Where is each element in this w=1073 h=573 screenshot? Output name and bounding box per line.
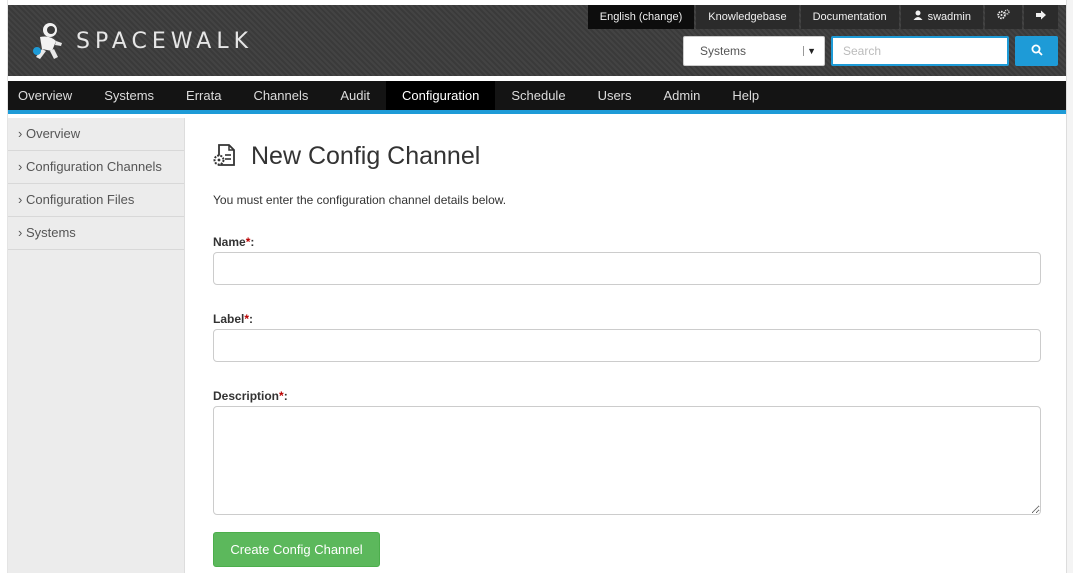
sign-out-icon bbox=[1036, 5, 1046, 29]
label-input[interactable] bbox=[213, 329, 1041, 362]
sidebar-item-label: Overview bbox=[25, 126, 81, 141]
intro-text: You must enter the configuration channel… bbox=[213, 193, 507, 207]
nav-configuration[interactable]: Configuration bbox=[386, 81, 496, 110]
create-config-channel-button[interactable]: Create Config Channel bbox=[213, 532, 380, 567]
label-colon: : bbox=[249, 312, 254, 326]
label-text: Label bbox=[213, 312, 245, 326]
nav-schedule[interactable]: Schedule bbox=[495, 81, 581, 110]
main-nav: Overview Systems Errata Channels Audit C… bbox=[8, 81, 1066, 114]
user-icon bbox=[913, 5, 923, 29]
page-scrollbar[interactable] bbox=[1066, 0, 1073, 573]
nav-help[interactable]: Help bbox=[716, 81, 775, 110]
description-textarea[interactable] bbox=[213, 406, 1041, 515]
name-input[interactable] bbox=[213, 252, 1041, 285]
sidebar-item-configuration-channels[interactable]: › Configuration Channels bbox=[8, 151, 184, 184]
nav-overview[interactable]: Overview bbox=[8, 81, 88, 110]
documentation-link[interactable]: Documentation bbox=[800, 5, 899, 29]
sidebar-item-label: Configuration Files bbox=[25, 192, 135, 207]
label-text: Name bbox=[213, 235, 246, 249]
brand-name: SPACEWALK bbox=[76, 28, 254, 54]
label-colon: : bbox=[283, 389, 288, 403]
sidebar: › Overview › Configuration Channels › Co… bbox=[8, 118, 185, 573]
header: SPACEWALK English (change) Knowledgebase… bbox=[8, 5, 1066, 76]
chevron-right-icon: › bbox=[18, 126, 23, 141]
sidebar-item-label: Systems bbox=[25, 225, 76, 240]
description-label: Description*: bbox=[213, 389, 288, 403]
chevron-right-icon: › bbox=[18, 192, 23, 207]
astronaut-icon bbox=[30, 21, 64, 61]
name-label: Name*: bbox=[213, 235, 254, 249]
top-links: English (change) Knowledgebase Documenta… bbox=[586, 5, 1058, 29]
search-button[interactable] bbox=[1015, 36, 1058, 66]
sidebar-item-systems[interactable]: › Systems bbox=[8, 217, 184, 250]
nav-systems[interactable]: Systems bbox=[88, 81, 170, 110]
label-label: Label*: bbox=[213, 312, 253, 326]
page-title-text: New Config Channel bbox=[251, 142, 481, 170]
nav-audit[interactable]: Audit bbox=[324, 81, 386, 110]
search-bar: Systems ▼ bbox=[683, 36, 1058, 66]
search-scope-value: Systems bbox=[700, 44, 747, 58]
nav-errata[interactable]: Errata bbox=[170, 81, 237, 110]
gears-icon bbox=[997, 5, 1010, 29]
sidebar-item-label: Configuration Channels bbox=[25, 159, 162, 174]
user-link[interactable]: swadmin bbox=[900, 5, 983, 29]
sign-out-button[interactable] bbox=[1024, 5, 1058, 29]
knowledgebase-link[interactable]: Knowledgebase bbox=[696, 5, 799, 29]
config-file-icon bbox=[213, 143, 237, 170]
sidebar-item-configuration-files[interactable]: › Configuration Files bbox=[8, 184, 184, 217]
search-scope-select[interactable]: Systems ▼ bbox=[683, 36, 825, 66]
preferences-button[interactable] bbox=[985, 5, 1022, 29]
user-name: swadmin bbox=[927, 11, 971, 23]
nav-users[interactable]: Users bbox=[582, 81, 648, 110]
sidebar-item-overview[interactable]: › Overview bbox=[8, 118, 184, 151]
chevron-right-icon: › bbox=[18, 159, 23, 174]
page-title: New Config Channel bbox=[213, 142, 480, 171]
label-colon: : bbox=[250, 235, 255, 249]
search-icon bbox=[1031, 44, 1043, 59]
chevron-down-icon: ▼ bbox=[803, 46, 816, 56]
search-input[interactable] bbox=[831, 36, 1009, 66]
spacewalk-logo[interactable]: SPACEWALK bbox=[30, 21, 253, 61]
label-text: Description bbox=[213, 389, 280, 403]
chevron-right-icon: › bbox=[18, 225, 23, 240]
window-left-edge bbox=[0, 0, 8, 573]
nav-admin[interactable]: Admin bbox=[648, 81, 717, 110]
language-link[interactable]: English (change) bbox=[587, 5, 695, 29]
nav-channels[interactable]: Channels bbox=[237, 81, 324, 110]
